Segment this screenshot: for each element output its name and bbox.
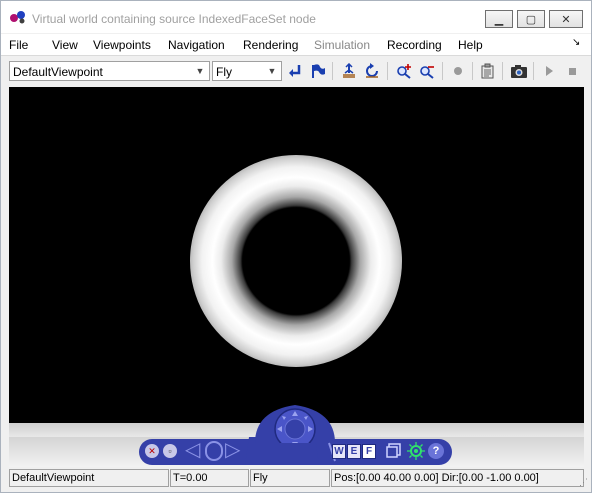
- toolbar-separator: [472, 62, 473, 80]
- chevron-down-icon: ▼: [267, 66, 277, 76]
- status-viewpoint: DefaultViewpoint: [9, 469, 169, 487]
- navigation-method-select[interactable]: Fly ▼: [212, 61, 282, 81]
- menu-view[interactable]: View: [52, 38, 78, 52]
- headlight-icon: [407, 442, 425, 460]
- toolbar: DefaultViewpoint ▼ Fly ▼: [1, 58, 591, 85]
- zoom-in-button[interactable]: [394, 61, 414, 81]
- menu-overflow-icon[interactable]: ↘: [572, 37, 580, 48]
- stop-icon: [569, 68, 576, 75]
- viewpoint-select[interactable]: DefaultViewpoint ▼: [9, 61, 210, 81]
- snapshot-icon: [511, 65, 527, 78]
- play-button[interactable]: [539, 61, 559, 81]
- zoom-in-icon: [397, 64, 411, 79]
- zoom-out-icon: [420, 66, 434, 79]
- close-icon: ✕: [561, 13, 571, 26]
- record-button[interactable]: [448, 61, 468, 81]
- reset-view-button[interactable]: ▫: [163, 444, 177, 458]
- slide-left-button[interactable]: ◁: [185, 440, 200, 460]
- toolbar-separator: [332, 62, 333, 80]
- fly-mode-button[interactable]: F: [362, 444, 376, 459]
- menu-file[interactable]: File: [9, 38, 28, 52]
- maximize-icon: ▢: [525, 13, 537, 26]
- app-icon: [10, 11, 25, 24]
- create-viewpoint-button[interactable]: [308, 61, 328, 81]
- status-navigation-mode: Fly: [250, 469, 330, 487]
- edit-world-button[interactable]: [478, 61, 498, 81]
- headlight-button[interactable]: [407, 442, 425, 460]
- walk-mode-button[interactable]: W: [332, 444, 346, 459]
- close-button[interactable]: ✕: [549, 10, 583, 28]
- menu-simulation[interactable]: Simulation: [314, 38, 370, 52]
- tilt-button[interactable]: [205, 441, 223, 461]
- menu-help[interactable]: Help: [458, 38, 483, 52]
- undo-move-button[interactable]: ✕: [145, 444, 159, 458]
- zoom-out-button[interactable]: [417, 61, 437, 81]
- menu-recording[interactable]: Recording: [387, 38, 442, 52]
- 3d-viewport[interactable]: [9, 87, 584, 437]
- toolbar-separator: [502, 62, 503, 80]
- status-time: T=0.00: [170, 469, 249, 487]
- menu-viewpoints[interactable]: Viewpoints: [93, 38, 151, 52]
- slide-right-button[interactable]: ▷: [225, 440, 240, 460]
- chevron-down-icon: ▼: [195, 66, 205, 76]
- menu-bar: File View Viewpoints Navigation Renderin…: [1, 34, 591, 56]
- close-icon: ✕: [148, 445, 156, 456]
- status-bar: DefaultViewpoint T=0.00 Fly Pos:[0.00 40…: [9, 469, 584, 489]
- minimize-button[interactable]: ▁: [485, 10, 513, 28]
- navigation-select-value: Fly: [216, 65, 232, 79]
- window-title: Virtual world containing source IndexedF…: [32, 12, 316, 26]
- arrow-right-icon: ▷: [225, 439, 241, 461]
- menu-rendering[interactable]: Rendering: [243, 38, 298, 52]
- navigation-panel: ✕ ▫ ◁ ▷ W E F ?: [9, 405, 584, 467]
- title-bar: Virtual world containing source IndexedF…: [1, 1, 591, 33]
- stop-button[interactable]: [562, 61, 582, 81]
- toolbar-separator: [533, 62, 534, 80]
- viewpoint-select-value: DefaultViewpoint: [13, 65, 103, 79]
- resize-grip-icon[interactable]: ⋰: [579, 477, 588, 488]
- record-icon: [454, 67, 462, 75]
- go-to-default-viewpoint-button[interactable]: [339, 61, 359, 81]
- toolbar-separator: [387, 62, 388, 80]
- return-to-viewpoint-icon: [289, 65, 301, 77]
- arrow-left-icon: ◁: [185, 439, 201, 461]
- return-to-viewpoint-button[interactable]: [285, 61, 305, 81]
- toolbar-separator: [442, 62, 443, 80]
- straighten-up-icon: [366, 63, 378, 78]
- zoom-panel-button[interactable]: [386, 443, 402, 459]
- play-icon: [546, 66, 553, 76]
- help-button[interactable]: ?: [428, 443, 444, 459]
- window-icon: [386, 443, 401, 458]
- create-viewpoint-icon: [312, 64, 325, 78]
- status-position: Pos:[0.00 40.00 0.00] Dir:[0.00 -1.00 0.…: [331, 469, 584, 487]
- straighten-up-button[interactable]: [362, 61, 382, 81]
- snapshot-button[interactable]: [509, 61, 529, 81]
- maximize-button[interactable]: ▢: [517, 10, 545, 28]
- go-to-default-viewpoint-icon: [343, 63, 355, 78]
- edit-icon: [481, 63, 494, 79]
- square-icon: ▫: [168, 446, 172, 456]
- simulink-3d-viewer-window: Virtual world containing source IndexedF…: [0, 0, 592, 493]
- navigation-dial[interactable]: [245, 403, 345, 443]
- minimize-icon: ▁: [494, 13, 504, 26]
- examine-mode-button[interactable]: E: [347, 444, 361, 459]
- torus-shape: [190, 155, 403, 367]
- menu-navigation[interactable]: Navigation: [168, 38, 225, 52]
